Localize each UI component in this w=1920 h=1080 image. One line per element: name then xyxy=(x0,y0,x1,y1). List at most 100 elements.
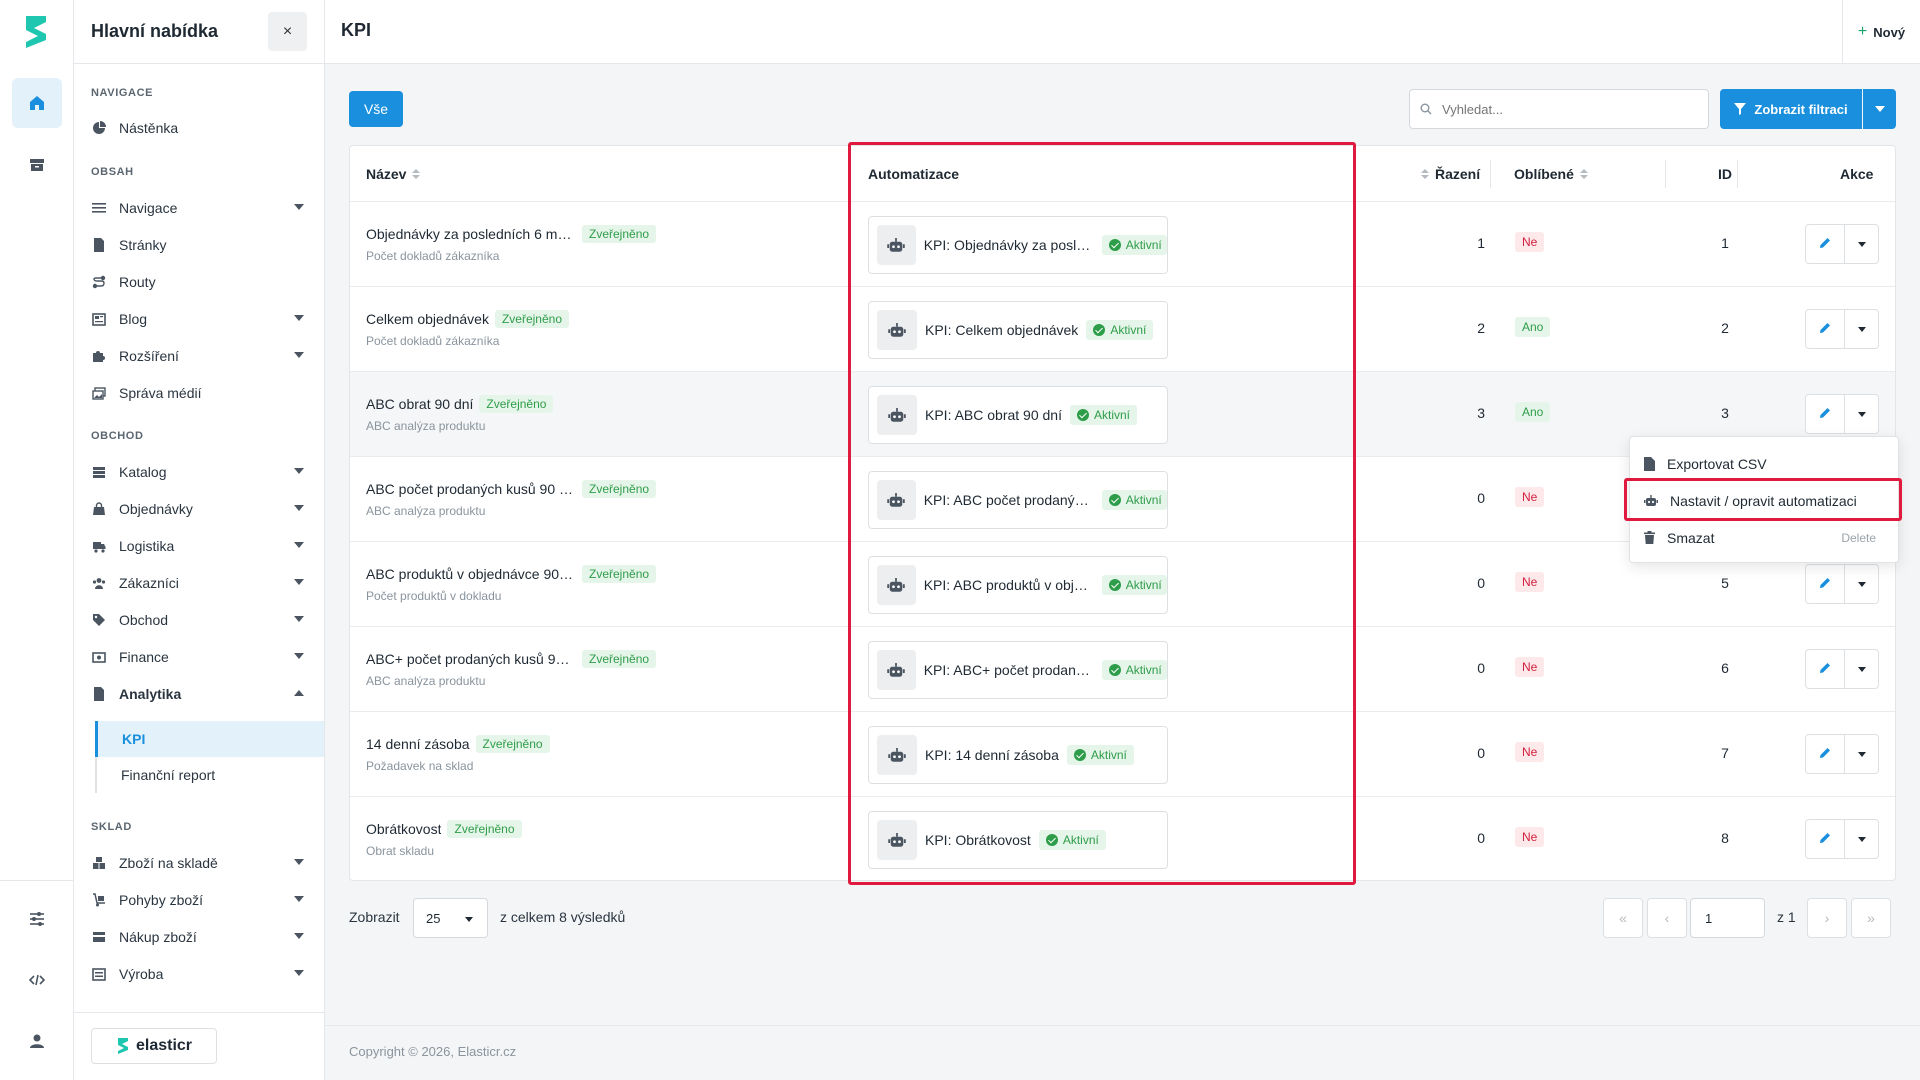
row-name-text[interactable]: ABC+ počet prodaných kusů 90 dní xyxy=(366,651,576,667)
home-icon[interactable] xyxy=(12,78,62,128)
sidebar-close-button[interactable]: × xyxy=(268,12,307,51)
row-name-text[interactable]: ABC produktů v objednávce 90 dní xyxy=(366,566,576,582)
edit-button[interactable] xyxy=(1805,309,1845,349)
table-row[interactable]: ABC+ počet prodaných kusů 90 dní Zveřejně… xyxy=(350,626,1895,711)
active-badge-label: Aktivní xyxy=(1110,323,1147,337)
sidebar-item-vyroba[interactable]: Výroba xyxy=(74,956,324,992)
menu-item-delete[interactable]: Smazat Delete xyxy=(1630,519,1898,556)
archive-icon[interactable] xyxy=(12,140,62,190)
row-name-text[interactable]: Obrátkovost xyxy=(366,821,441,837)
more-actions-button[interactable] xyxy=(1845,309,1879,349)
sidebar-item-rozsireni[interactable]: Rozšíření xyxy=(74,338,324,374)
table-row[interactable]: Objednávky za posledních 6 měsíců Zveřejn… xyxy=(350,201,1895,286)
column-header-automation-label: Automatizace xyxy=(868,165,960,182)
caret-down-icon xyxy=(1857,326,1866,332)
row-name-text[interactable]: Objednávky za posledních 6 měsíců xyxy=(366,226,576,242)
sidebar-item-zakaznici[interactable]: Zákazníci xyxy=(74,565,324,601)
automation-chip[interactable]: KPI: Celkem objednávek Aktivní xyxy=(868,301,1168,359)
edit-button[interactable] xyxy=(1805,649,1845,689)
column-header-favorite[interactable]: Oblíbené xyxy=(1514,146,1588,201)
edit-button[interactable] xyxy=(1805,734,1845,774)
more-actions-button[interactable] xyxy=(1845,649,1879,689)
chevron-down-icon xyxy=(294,579,304,585)
sidebar-item-label: Routy xyxy=(119,274,156,290)
table-row[interactable]: 14 denní zásoba Zveřejněno Požadavek na sk… xyxy=(350,711,1895,796)
sidebar-subitem-financni-report[interactable]: Finanční report xyxy=(95,757,324,793)
sidebar-item-blog[interactable]: Blog xyxy=(74,301,324,337)
sidebar-item-pohyby-zbozi[interactable]: Pohyby zboží xyxy=(74,882,324,918)
row-name-text[interactable]: Celkem objednávek xyxy=(366,311,489,327)
row-name-text[interactable]: 14 denní zásoba xyxy=(366,736,470,752)
last-page-button[interactable]: » xyxy=(1851,898,1891,938)
edit-button[interactable] xyxy=(1805,819,1845,859)
more-actions-button[interactable] xyxy=(1845,564,1879,604)
sidebar-item-finance[interactable]: Finance xyxy=(74,639,324,675)
menu-item-label: Smazat xyxy=(1667,529,1715,546)
search-box[interactable] xyxy=(1409,89,1709,129)
check-circle-icon xyxy=(1045,834,1058,846)
sidebar-item-logistika[interactable]: Logistika xyxy=(74,528,324,564)
robot-icon xyxy=(877,735,917,775)
automation-chip[interactable]: KPI: ABC+ počet prodaných kusů 90 dní Akt… xyxy=(868,641,1168,699)
sidebar-item-sprava-medii[interactable]: Správa médií xyxy=(74,375,324,411)
favorite-badge: Ne xyxy=(1515,827,1545,847)
page-number-input[interactable]: 1 xyxy=(1690,898,1765,938)
sidebar-item-obchod[interactable]: Obchod xyxy=(74,602,324,638)
caret-down-icon xyxy=(1874,106,1885,112)
file-icon xyxy=(91,237,107,253)
show-filter-button[interactable]: Zobrazit filtraci xyxy=(1720,89,1862,129)
first-page-button[interactable]: « xyxy=(1603,898,1643,938)
sidebar-item-nastenka[interactable]: Nástěnka xyxy=(74,110,324,146)
more-actions-button[interactable] xyxy=(1845,224,1879,264)
code-icon[interactable] xyxy=(12,955,62,1005)
more-actions-button[interactable] xyxy=(1845,734,1879,774)
prev-page-button[interactable]: ‹ xyxy=(1647,898,1687,938)
menu-item-export-csv[interactable]: Exportovat CSV xyxy=(1630,445,1898,482)
automation-chip[interactable]: KPI: Objednávky za posledních 6 měsíců Ak… xyxy=(868,216,1168,274)
row-name-text[interactable]: ABC obrat 90 dní xyxy=(366,396,473,412)
column-header-name[interactable]: Název xyxy=(366,146,421,201)
sidebar-subitem-kpi[interactable]: KPI xyxy=(95,721,324,757)
sidebar-item-navigace[interactable]: Navigace xyxy=(74,190,324,226)
search-input[interactable] xyxy=(1442,101,1692,117)
sidebar-item-nakup-zbozi[interactable]: Nákup zboží xyxy=(74,919,324,955)
elasticr-logo-icon[interactable] xyxy=(22,12,52,52)
column-header-id[interactable]: ID xyxy=(1705,146,1745,201)
active-badge: Aktivní xyxy=(1038,830,1106,850)
section-label-obchod: OBCHOD xyxy=(91,430,144,442)
new-button[interactable]: + Nový xyxy=(1842,0,1920,64)
sidebar-item-stranky[interactable]: Stránky xyxy=(74,227,324,263)
sidebar-item-routy[interactable]: Routy xyxy=(74,264,324,300)
sliders-icon[interactable] xyxy=(12,894,62,944)
column-header-order[interactable]: Řazení xyxy=(1421,146,1480,201)
row-name: ABC produktů v objednávce 90 dní Zveřejně… xyxy=(366,565,657,583)
sidebar-item-analytika[interactable]: Analytika xyxy=(74,676,324,712)
brand-badge[interactable]: elasticr xyxy=(91,1028,217,1064)
sidebar-item-label: Rozšíření xyxy=(119,348,179,364)
table-row[interactable]: Obrátkovost Zveřejněno Obrat skladu KPI: Ob… xyxy=(350,796,1895,881)
per-page-select[interactable]: 25 xyxy=(413,898,488,938)
edit-button[interactable] xyxy=(1805,224,1845,264)
all-filter-button[interactable]: Vše xyxy=(349,91,403,127)
automation-chip[interactable]: KPI: ABC produktů v objednávce 90 dní Akt… xyxy=(868,556,1168,614)
next-page-button[interactable]: › xyxy=(1807,898,1847,938)
automation-chip[interactable]: KPI: Obrátkovost Aktivní xyxy=(868,811,1168,869)
sidebar-item-katalog[interactable]: Katalog xyxy=(74,454,324,490)
menu-item-set-automation[interactable]: Nastavit / opravit automatizaci xyxy=(1630,482,1898,519)
row-name: Celkem objednávek Zveřejněno xyxy=(366,310,570,328)
edit-button[interactable] xyxy=(1805,564,1845,604)
sidebar-item-zbozi-na-sklade[interactable]: Zboží na skladě xyxy=(74,845,324,881)
sidebar-item-objednavky[interactable]: Objednávky xyxy=(74,491,324,527)
automation-chip[interactable]: KPI: ABC počet prodaných kusů 90 dní Akti… xyxy=(868,471,1168,529)
automation-chip[interactable]: KPI: ABC obrat 90 dní Aktivní xyxy=(868,386,1168,444)
more-actions-button[interactable] xyxy=(1845,394,1879,434)
column-header-actions: Akce xyxy=(1840,146,1873,201)
column-header-automation: Automatizace xyxy=(868,146,959,201)
edit-button[interactable] xyxy=(1805,394,1845,434)
table-row[interactable]: Celkem objednávek Zveřejněno Počet dokladů… xyxy=(350,286,1895,371)
automation-chip[interactable]: KPI: 14 denní zásoba Aktivní xyxy=(868,726,1168,784)
row-name-text[interactable]: ABC počet prodaných kusů 90 dní xyxy=(366,481,576,497)
more-actions-button[interactable] xyxy=(1845,819,1879,859)
user-icon[interactable] xyxy=(12,1016,62,1066)
filter-dropdown-toggle[interactable] xyxy=(1863,89,1896,129)
